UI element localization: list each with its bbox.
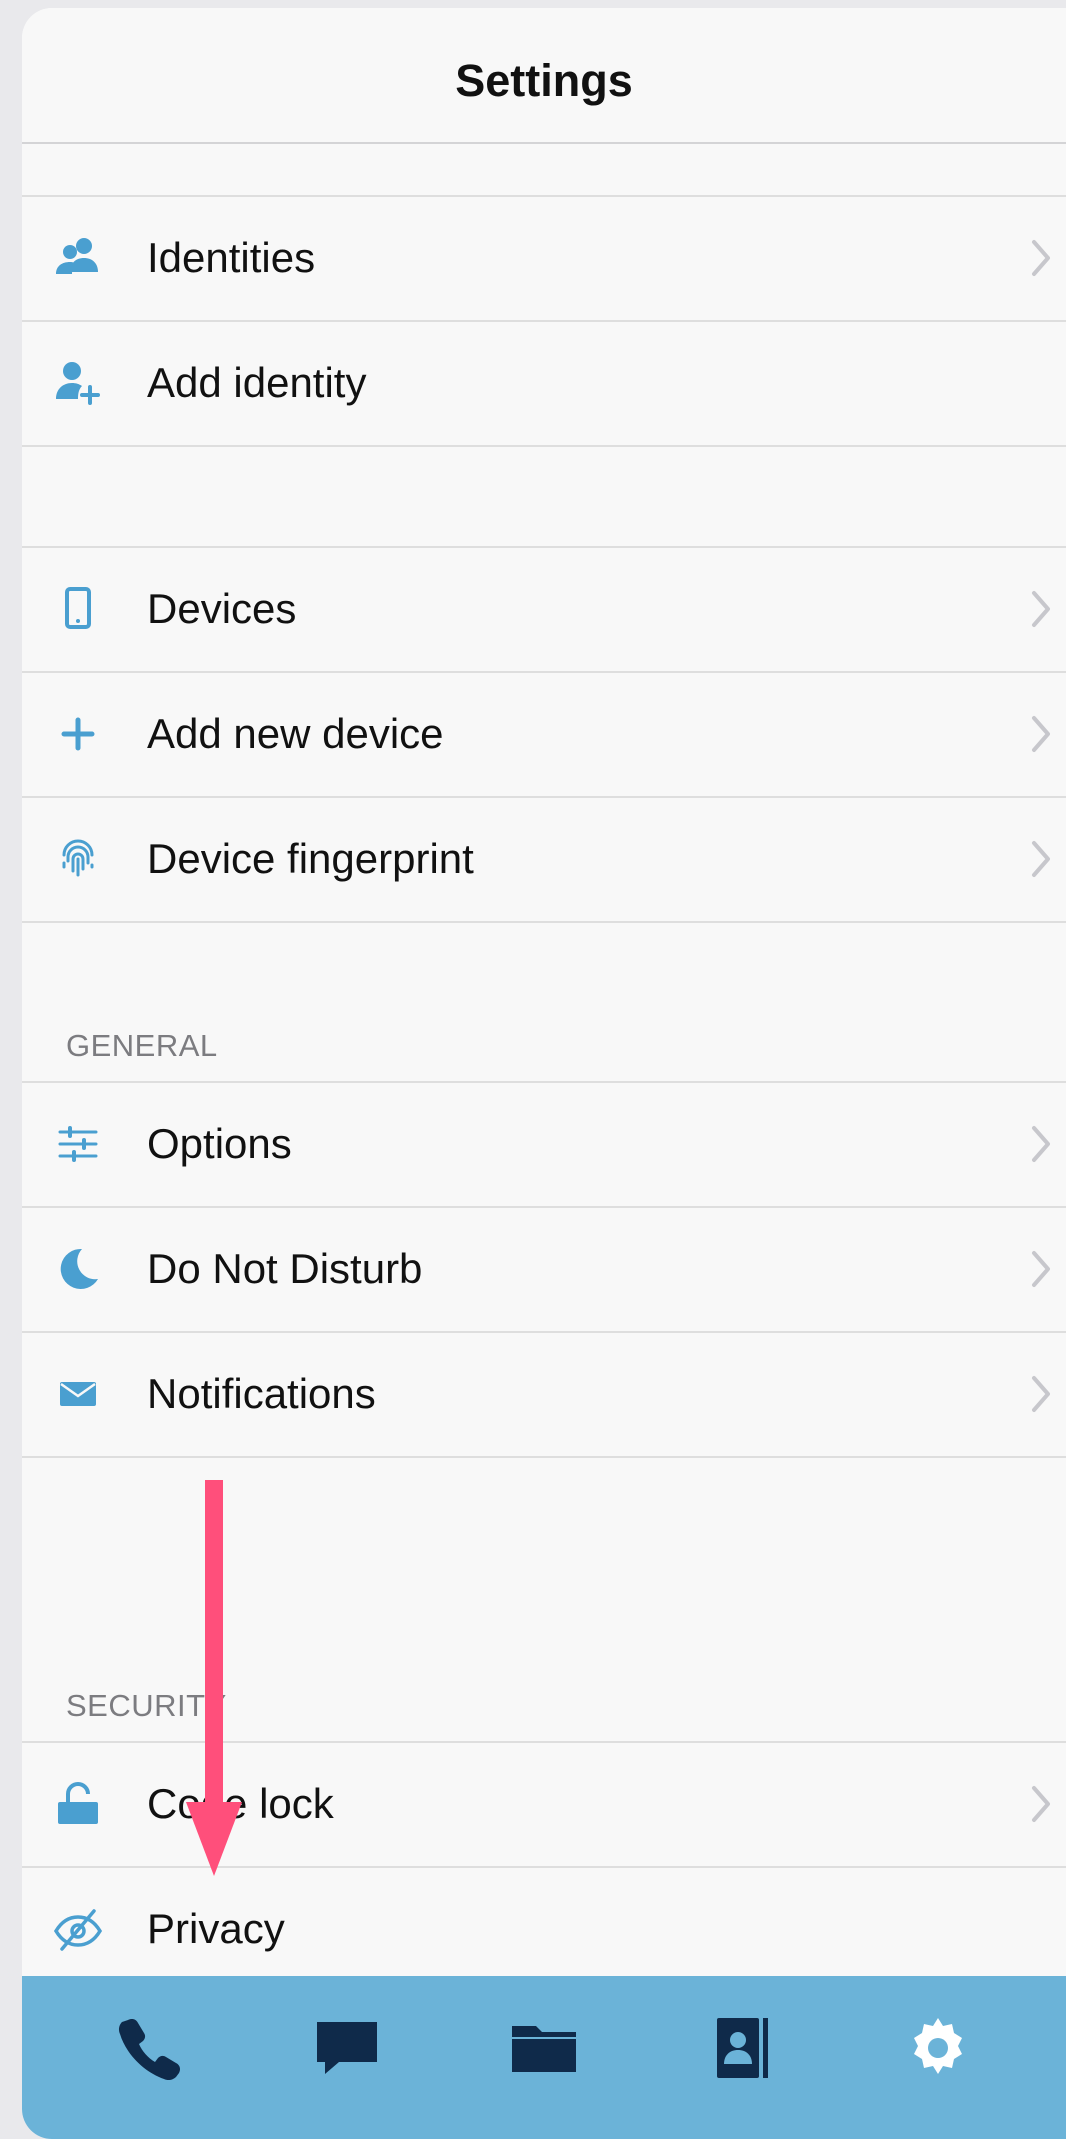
tab-settings[interactable] bbox=[893, 2003, 983, 2093]
row-privacy[interactable]: Privacy bbox=[22, 1867, 1066, 1991]
plus-icon bbox=[52, 708, 104, 760]
annotation-arrow-down-icon bbox=[186, 1480, 242, 1876]
section-header-general: GENERAL bbox=[66, 1028, 218, 1063]
row-notifications[interactable]: Notifications bbox=[22, 1332, 1066, 1456]
lock-icon bbox=[52, 1778, 104, 1830]
row-label: Privacy bbox=[147, 1905, 285, 1952]
chevron-right-icon bbox=[1032, 716, 1050, 752]
row-label: Add identity bbox=[147, 359, 367, 406]
page-title: Settings bbox=[455, 55, 633, 106]
divider bbox=[22, 921, 1066, 923]
sliders-icon bbox=[52, 1118, 104, 1170]
tab-files[interactable] bbox=[499, 2003, 589, 2093]
row-add-new-device[interactable]: Add new device bbox=[22, 672, 1066, 796]
divider bbox=[22, 1456, 1066, 1458]
settings-screen: Settings Identities Add identity Devices… bbox=[22, 8, 1066, 2139]
tab-messages[interactable] bbox=[302, 2003, 392, 2093]
moon-icon bbox=[52, 1243, 104, 1295]
row-label: Add new device bbox=[147, 710, 444, 757]
nav-bar: Settings bbox=[22, 8, 1066, 144]
phone-handset-icon bbox=[119, 2018, 181, 2080]
chevron-right-icon bbox=[1032, 841, 1050, 877]
chevron-right-icon bbox=[1032, 591, 1050, 627]
divider bbox=[22, 445, 1066, 447]
row-label: Options bbox=[147, 1120, 292, 1167]
chevron-right-icon bbox=[1032, 1376, 1050, 1412]
phone-icon bbox=[52, 583, 104, 635]
row-label: Devices bbox=[147, 585, 297, 632]
row-label: Device fingerprint bbox=[147, 835, 474, 882]
add-person-icon bbox=[52, 357, 104, 409]
chevron-right-icon bbox=[1032, 1786, 1050, 1822]
tab-calls[interactable] bbox=[105, 2003, 195, 2093]
chat-bubble-icon bbox=[317, 2021, 378, 2074]
tab-bar bbox=[22, 1976, 1066, 2139]
row-add-identity[interactable]: Add identity bbox=[22, 321, 1066, 445]
chevron-right-icon bbox=[1032, 240, 1050, 276]
gear-icon bbox=[913, 2017, 962, 2074]
row-code-lock[interactable]: Code lock bbox=[22, 1742, 1066, 1866]
row-label: Do Not Disturb bbox=[147, 1245, 423, 1292]
row-options[interactable]: Options bbox=[22, 1082, 1066, 1206]
contacts-icon bbox=[716, 2017, 768, 2078]
eye-slash-icon bbox=[52, 1903, 104, 1955]
row-do-not-disturb[interactable]: Do Not Disturb bbox=[22, 1207, 1066, 1331]
chevron-right-icon bbox=[1032, 1251, 1050, 1287]
row-identities[interactable]: Identities bbox=[22, 196, 1066, 320]
row-devices[interactable]: Devices bbox=[22, 547, 1066, 671]
row-label: Notifications bbox=[147, 1370, 376, 1417]
row-label: Identities bbox=[147, 234, 316, 281]
fingerprint-icon bbox=[52, 833, 104, 885]
tab-contacts[interactable] bbox=[696, 2003, 786, 2093]
people-icon bbox=[52, 232, 104, 284]
chevron-right-icon bbox=[1032, 1126, 1050, 1162]
folder-icon bbox=[511, 2025, 576, 2072]
envelope-icon bbox=[52, 1368, 104, 1420]
row-device-fingerprint[interactable]: Device fingerprint bbox=[22, 797, 1066, 921]
